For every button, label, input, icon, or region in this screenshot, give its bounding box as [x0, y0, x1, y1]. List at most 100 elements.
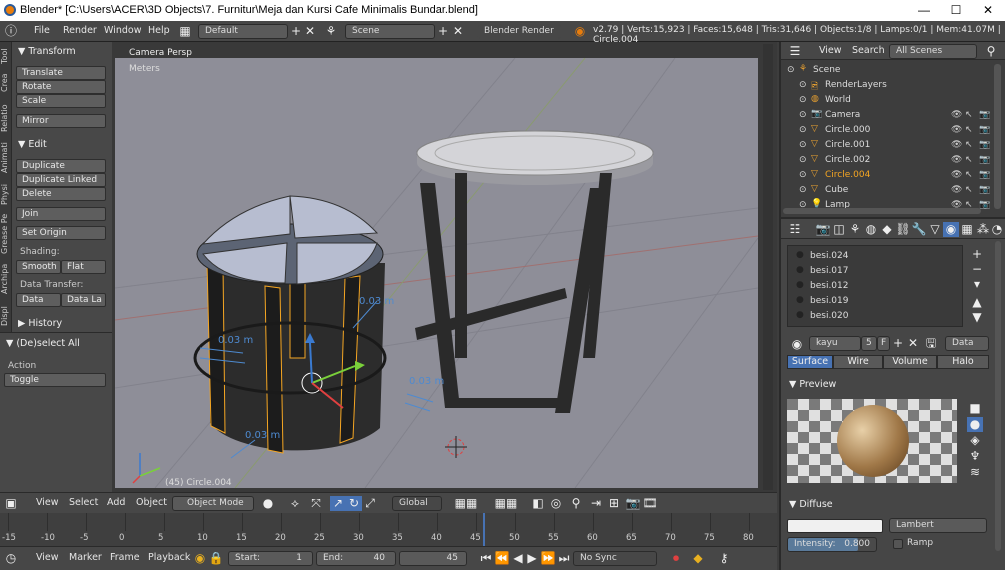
current-frame-line[interactable] [483, 513, 485, 546]
smooth-button[interactable]: Smooth [16, 260, 61, 274]
texture-tab-icon[interactable]: ▦ [959, 222, 975, 237]
outliner-row[interactable]: ⊙ ▽ Circle.002 👁 ↖ 📷 [781, 154, 993, 169]
renderability-camera-icon[interactable]: 📷 [979, 110, 990, 120]
current-frame-field[interactable]: 45 [399, 551, 467, 566]
scene-field[interactable]: Scene [345, 24, 435, 39]
outliner-hscrollbar[interactable] [783, 208, 981, 214]
renderability-camera-icon[interactable]: 📷 [979, 140, 990, 150]
expand-toggle-icon[interactable]: ⊙ [799, 95, 807, 105]
render-tab-icon[interactable]: 📷 [815, 222, 831, 237]
renderability-camera-icon[interactable]: 📷 [979, 185, 990, 195]
menu-render[interactable]: Render [63, 25, 97, 36]
outliner-row[interactable]: ⊙ 🖻 RenderLayers [781, 79, 993, 94]
renderability-camera-icon[interactable]: 📷 [979, 125, 990, 135]
scale-button[interactable]: Scale [16, 94, 106, 108]
snap-target-icon[interactable]: ⊞ [606, 496, 622, 511]
scale-manipulator-icon[interactable]: ⤢ [362, 496, 378, 511]
sync-select[interactable]: No Sync [573, 551, 657, 566]
display-mode-select[interactable]: All Scenes [889, 44, 977, 59]
remove-scene-icon[interactable]: ✕ [450, 24, 466, 39]
selectability-arrow-icon[interactable]: ↖ [965, 140, 973, 150]
add-slot-icon[interactable]: + [969, 247, 985, 262]
minimize-button[interactable]: — [908, 0, 940, 21]
proportional-edit-icon[interactable]: ◎ [548, 496, 564, 511]
opengl-render-icon[interactable]: 📷 [625, 496, 641, 511]
tab-create[interactable]: Crea [0, 70, 12, 96]
expand-toggle-icon[interactable]: ⊙ [799, 185, 807, 195]
render-engine-select[interactable]: Blender Render [477, 24, 561, 39]
preview-panel-header[interactable]: ▼ Preview [785, 377, 881, 393]
screen-layout-icon[interactable]: ▦ [177, 24, 193, 39]
prev-keyframe-icon[interactable]: ⏪ [494, 551, 510, 566]
outliner-row[interactable]: ⊙ ▽ Circle.001 👁 ↖ 📷 [781, 139, 993, 154]
timeline-menu-marker[interactable]: Marker [69, 552, 102, 563]
data-layers-button[interactable]: Data La [61, 293, 106, 307]
add-scene-icon[interactable]: + [435, 24, 451, 39]
duplicate-button[interactable]: Duplicate [16, 159, 106, 173]
surface-tab[interactable]: Surface [787, 355, 833, 369]
move-down-icon[interactable]: ▼ [969, 310, 985, 325]
outliner-row[interactable]: ⊙ ◍ World [781, 94, 993, 109]
snap-element-icon[interactable]: ⇥ [588, 496, 604, 511]
rotate-manipulator-icon[interactable]: ↻ [346, 496, 362, 511]
maximize-button[interactable]: ☐ [940, 0, 972, 21]
outliner-search-icon[interactable]: ⚲ [983, 44, 999, 59]
diffuse-shader-select[interactable]: Lambert [889, 518, 987, 533]
diffuse-color-swatch[interactable] [787, 519, 883, 533]
layers-grid-icon[interactable]: ▦▦ [448, 496, 484, 511]
renderability-camera-icon[interactable]: 📷 [979, 170, 990, 180]
material-slot-item[interactable]: ● besi.024 [796, 250, 956, 265]
visibility-eye-icon[interactable]: 👁 [951, 155, 962, 165]
opengl-anim-icon[interactable]: 🎞 [642, 496, 658, 511]
outliner-type-icon[interactable]: ☰ [787, 44, 803, 59]
constraints-tab-icon[interactable]: ⛓ [895, 222, 911, 237]
fake-user-button[interactable]: F [877, 336, 890, 351]
translate-manipulator-icon[interactable]: ↗ [330, 496, 346, 511]
unlink-material-icon[interactable]: ✕ [905, 336, 921, 351]
material-name-field[interactable]: kayu [809, 336, 861, 351]
selectability-arrow-icon[interactable]: ↖ [965, 110, 973, 120]
properties-type-icon[interactable]: ☷ [787, 222, 803, 237]
preview-monkey-icon[interactable]: ♆ [967, 449, 983, 464]
material-users-count[interactable]: 5 [861, 336, 877, 351]
pivot-point-icon[interactable]: ⟡ [287, 496, 303, 511]
keying-set-icon[interactable]: ◉ [192, 551, 208, 566]
material-tab-icon[interactable]: ◉ [943, 222, 959, 237]
preview-flat-icon[interactable]: ■ [967, 401, 983, 416]
material-slot-item[interactable]: ● besi.017 [796, 265, 956, 280]
tab-display[interactable]: Displ [0, 302, 12, 330]
material-link-select[interactable]: Data [945, 336, 989, 351]
slot-specials-icon[interactable]: ▾ [969, 277, 985, 292]
viewport-scrollbar[interactable] [763, 44, 773, 490]
play-icon[interactable]: ▶ [524, 551, 540, 566]
expand-toggle-icon[interactable]: ⊙ [799, 80, 807, 90]
screen-layout-field[interactable]: Default [198, 24, 288, 39]
keyframe-type-icon[interactable]: ◆ [690, 551, 706, 566]
new-material-icon[interactable]: + [890, 336, 906, 351]
mode-select[interactable]: Object Mode [172, 496, 254, 511]
menu-file[interactable]: File [34, 25, 50, 36]
close-button[interactable]: ✕ [972, 0, 1004, 21]
visibility-eye-icon[interactable]: 👁 [951, 125, 962, 135]
3d-viewport[interactable]: 0.03 m 0.03 m 0.03 m 0.03 m (45) Circle.… [112, 42, 777, 492]
outliner-menu-view[interactable]: View [819, 45, 842, 56]
expand-toggle-icon[interactable]: ⊙ [799, 170, 807, 180]
action-select[interactable]: Toggle [4, 373, 106, 387]
material-slot-item[interactable]: ● besi.012 [796, 280, 956, 295]
outliner-menu-search[interactable]: Search [852, 45, 885, 56]
timeline-menu-playback[interactable]: Playback [148, 552, 190, 563]
material-slot-item[interactable]: ● besi.019 [796, 295, 956, 310]
volume-tab[interactable]: Volume [883, 355, 937, 369]
rotate-button[interactable]: Rotate [16, 80, 106, 94]
editor-type-timeline-icon[interactable]: ◷ [3, 551, 19, 566]
renderability-camera-icon[interactable]: 📷 [979, 155, 990, 165]
render-layer-icon[interactable]: ◧ [530, 496, 546, 511]
menu-select[interactable]: Select [69, 497, 98, 508]
world-tab-icon[interactable]: ◍ [863, 222, 879, 237]
selectability-arrow-icon[interactable]: ↖ [965, 125, 973, 135]
ramp-checkbox[interactable] [893, 539, 903, 549]
expand-toggle-icon[interactable]: ⊙ [799, 110, 807, 120]
outliner-scrollbar[interactable] [994, 64, 1001, 209]
join-button[interactable]: Join [16, 207, 106, 221]
tab-grease-pencil[interactable]: Grease Pe [0, 212, 12, 256]
